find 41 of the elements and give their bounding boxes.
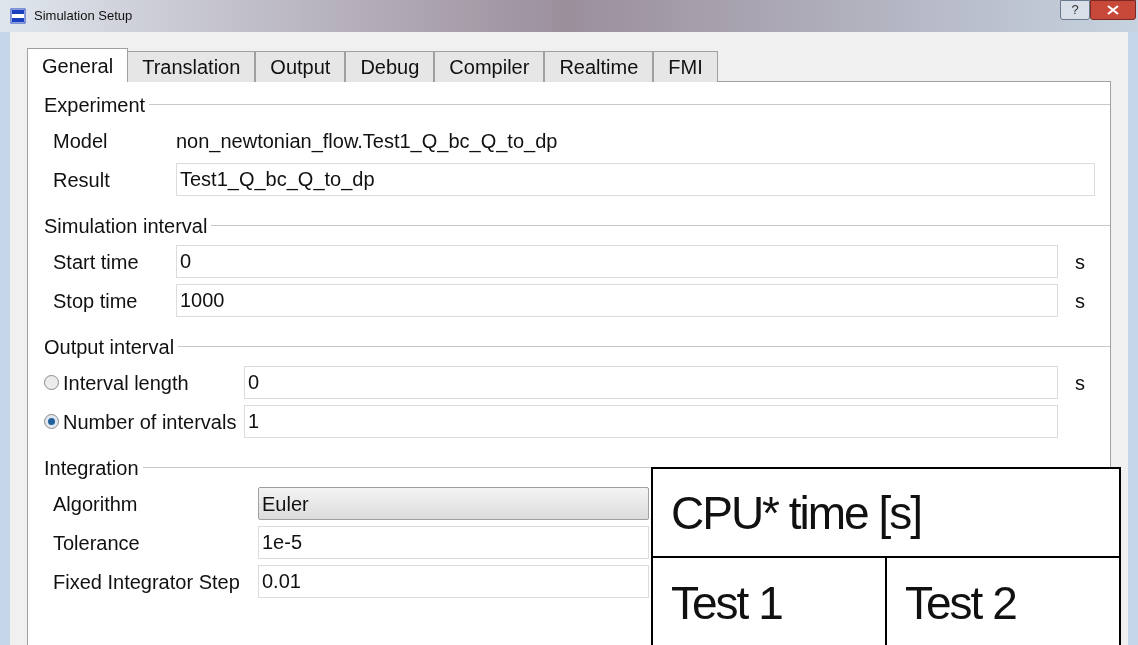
model-name: non_newtonian_flow.Test1_Q_bc_Q_to_dp [176, 128, 559, 155]
field-label: Result [52, 167, 111, 193]
tab[interactable]: General [27, 48, 129, 82]
field-label: Start time [52, 249, 140, 275]
tab[interactable]: Translation [127, 51, 256, 82]
table-cell: Test 2 [905, 577, 1016, 629]
field-label: Algorithm [52, 491, 139, 517]
close-icon [1107, 5, 1119, 15]
input-field[interactable]: 0 [176, 245, 1058, 278]
dropdown[interactable]: Euler [258, 487, 649, 520]
field-label: Tolerance [52, 530, 141, 556]
section-title: Simulation interval [44, 213, 209, 239]
table-cell: Test 1 [671, 577, 782, 629]
input-field[interactable]: 1e-5 [258, 526, 649, 559]
radio-button[interactable] [44, 414, 59, 429]
unit-label: s [1075, 289, 1085, 312]
unit-label: s [1075, 371, 1085, 394]
close-button[interactable] [1090, 0, 1136, 20]
help-button[interactable]: ? [1060, 0, 1090, 20]
input-field[interactable]: 1 [244, 405, 1058, 438]
tab[interactable]: Compiler [434, 51, 545, 82]
radio-label: Interval length [63, 370, 189, 396]
unit-label: s [1075, 250, 1085, 273]
tab[interactable]: Output [255, 51, 346, 82]
window-icon [10, 8, 26, 24]
section-title: Experiment [44, 92, 147, 118]
section-title: Integration [44, 455, 140, 481]
field-label: Fixed Integrator Step [52, 569, 241, 595]
window-title: Simulation Setup [34, 7, 133, 26]
input-field[interactable]: 0.01 [258, 565, 649, 598]
input-field[interactable]: 0 [244, 366, 1058, 399]
tab[interactable]: FMI [653, 51, 718, 82]
radio-label: Number of intervals [63, 409, 237, 435]
input-field[interactable]: 1000 [176, 284, 1058, 317]
input-field[interactable]: Test1_Q_bc_Q_to_dp [176, 163, 1095, 196]
tab[interactable]: Debug [345, 51, 435, 82]
tab[interactable]: Realtime [544, 51, 654, 82]
radio-button[interactable] [44, 375, 59, 390]
field-label: Model [52, 128, 109, 154]
field-label: Stop time [52, 288, 139, 314]
section-title: Output interval [44, 334, 176, 360]
